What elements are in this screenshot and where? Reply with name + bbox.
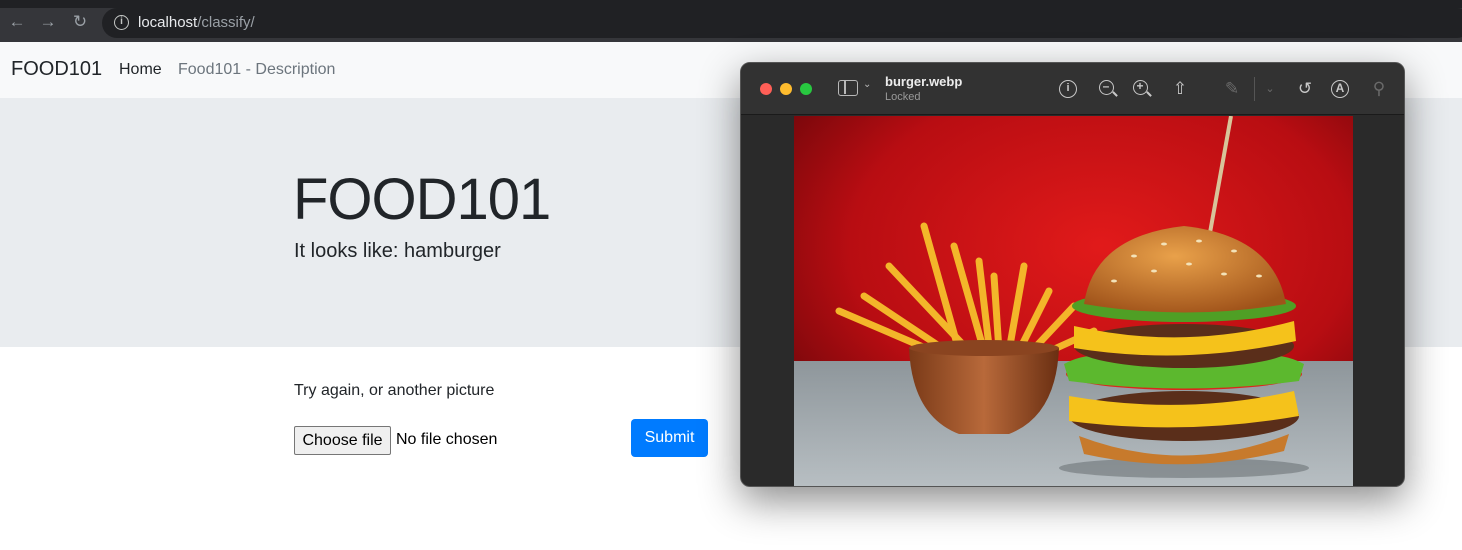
reload-icon[interactable]: ↻: [70, 12, 90, 32]
choose-file-button[interactable]: Choose file: [294, 426, 391, 455]
back-icon[interactable]: ←: [7, 12, 27, 32]
address-bar[interactable]: i localhost/classify/: [102, 8, 1462, 38]
search-icon[interactable]: ⚲: [1368, 78, 1390, 100]
url-text[interactable]: localhost/classify/: [138, 14, 255, 31]
zoom-out-icon[interactable]: –: [1099, 79, 1114, 95]
site-info-icon[interactable]: i: [114, 15, 129, 30]
url-path: /classify/: [197, 14, 255, 31]
window-subtitle: Locked: [885, 91, 921, 103]
nav-link-home[interactable]: Home: [119, 61, 162, 79]
page-title: FOOD101: [293, 167, 551, 232]
preview-window[interactable]: ⌄ burger.webp Locked i – + ⇧ ✎ ⌄ ↺ A ⚲: [740, 62, 1405, 487]
forward-icon[interactable]: →: [38, 12, 58, 32]
zoom-window-button[interactable]: [800, 83, 812, 95]
nav-link-description[interactable]: Food101 - Description: [178, 61, 335, 79]
highlight-pen-icon[interactable]: ✎: [1221, 78, 1243, 100]
chevron-down-icon[interactable]: ⌄: [1259, 78, 1281, 100]
share-icon[interactable]: ⇧: [1169, 78, 1191, 100]
burger-illustration: [794, 116, 1353, 486]
preview-toolbar: ⌄ burger.webp Locked i – + ⇧ ✎ ⌄ ↺ A ⚲: [741, 63, 1404, 115]
browser-toolbar: ← → ↻ i localhost/classify/: [0, 0, 1462, 42]
navbar-brand[interactable]: FOOD101: [11, 58, 102, 81]
burger-image: [794, 116, 1353, 486]
close-window-button[interactable]: [760, 83, 772, 95]
rotate-icon[interactable]: ↺: [1294, 78, 1316, 100]
zoom-in-icon[interactable]: +: [1133, 79, 1148, 95]
submit-button[interactable]: Submit: [631, 419, 708, 457]
minimize-window-button[interactable]: [780, 83, 792, 95]
toolbar-divider: [1254, 77, 1255, 101]
upload-label: Try again, or another picture: [294, 382, 495, 399]
file-status-text: No file chosen: [396, 431, 498, 448]
tab-strip: [0, 0, 1462, 8]
sidebar-toggle-icon[interactable]: [838, 80, 858, 96]
markup-icon[interactable]: A: [1331, 80, 1349, 98]
chevron-down-icon[interactable]: ⌄: [863, 79, 871, 90]
window-title: burger.webp: [885, 74, 963, 89]
info-icon[interactable]: i: [1059, 80, 1077, 98]
url-host: localhost: [138, 14, 198, 31]
classification-result: It looks like: hamburger: [294, 240, 501, 262]
